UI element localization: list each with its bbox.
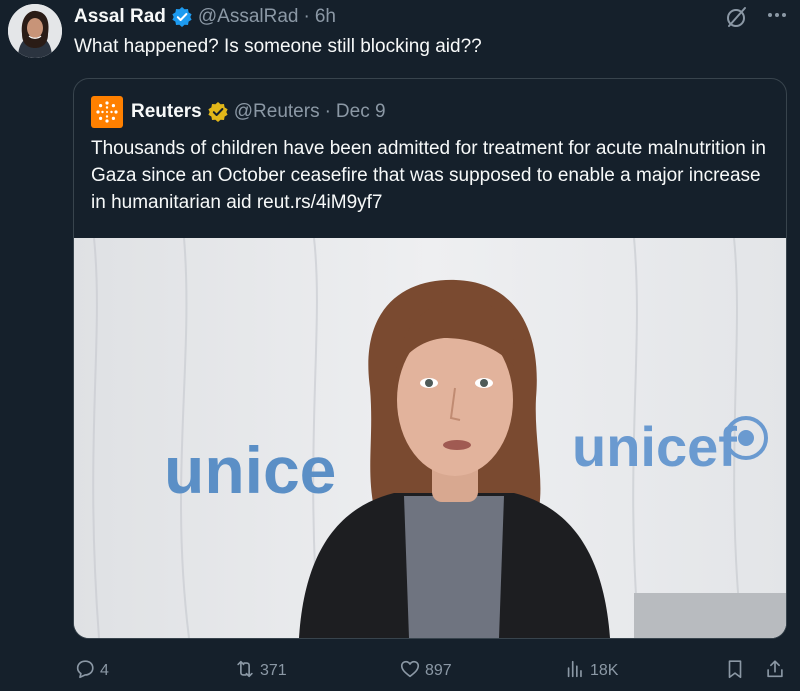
- avatar[interactable]: [8, 4, 62, 58]
- grok-icon[interactable]: [724, 4, 750, 30]
- like-count: 897: [425, 662, 452, 679]
- video-thumbnail[interactable]: unice unicef: [74, 238, 786, 638]
- verified-badge-icon[interactable]: [171, 6, 193, 28]
- tweet-text: What happened? Is someone still blocking…: [74, 36, 482, 57]
- view-count: 18K: [590, 662, 619, 679]
- action-bar: 4 371 897 18K: [0, 655, 800, 687]
- repost-count: 371: [260, 662, 287, 679]
- author-name[interactable]: Assal Rad: [74, 6, 166, 28]
- quoted-author-name[interactable]: Reuters: [131, 101, 202, 123]
- share-icon: [764, 658, 786, 685]
- reply-button[interactable]: 4: [74, 655, 109, 687]
- quoted-text: Thousands of children have been admitted…: [91, 138, 766, 213]
- more-options-icon[interactable]: [764, 2, 790, 28]
- share-button[interactable]: [764, 655, 786, 687]
- reply-icon: [74, 658, 96, 685]
- views-chart-icon: [564, 658, 586, 685]
- bookmark-icon: [724, 658, 746, 685]
- author-handle[interactable]: @AssalRad: [198, 6, 299, 28]
- banner-text-left: unice: [164, 433, 336, 507]
- verified-gold-badge-icon[interactable]: [207, 101, 229, 123]
- quoted-tweet[interactable]: Reuters @Reuters · Dec 9 Thousands of ch…: [73, 78, 787, 639]
- banner-text-right: unicef: [572, 415, 737, 478]
- repost-button[interactable]: 371: [234, 655, 287, 687]
- heart-icon: [399, 658, 421, 685]
- quoted-header: Reuters @Reuters · Dec 9: [91, 96, 386, 128]
- timestamp[interactable]: 6h: [315, 6, 336, 28]
- reuters-logo-icon[interactable]: [91, 96, 123, 128]
- quoted-date[interactable]: Dec 9: [336, 101, 386, 123]
- repost-icon: [234, 658, 256, 685]
- separator-dot: ·: [324, 101, 331, 122]
- like-button[interactable]: 897: [399, 655, 452, 687]
- bookmark-button[interactable]: [724, 655, 746, 687]
- separator-dot: ·: [303, 6, 310, 27]
- tweet-header: Assal Rad @AssalRad · 6h: [74, 4, 336, 30]
- reply-count: 4: [100, 662, 109, 679]
- quoted-author-handle[interactable]: @Reuters: [234, 101, 320, 123]
- views-button[interactable]: 18K: [564, 655, 618, 687]
